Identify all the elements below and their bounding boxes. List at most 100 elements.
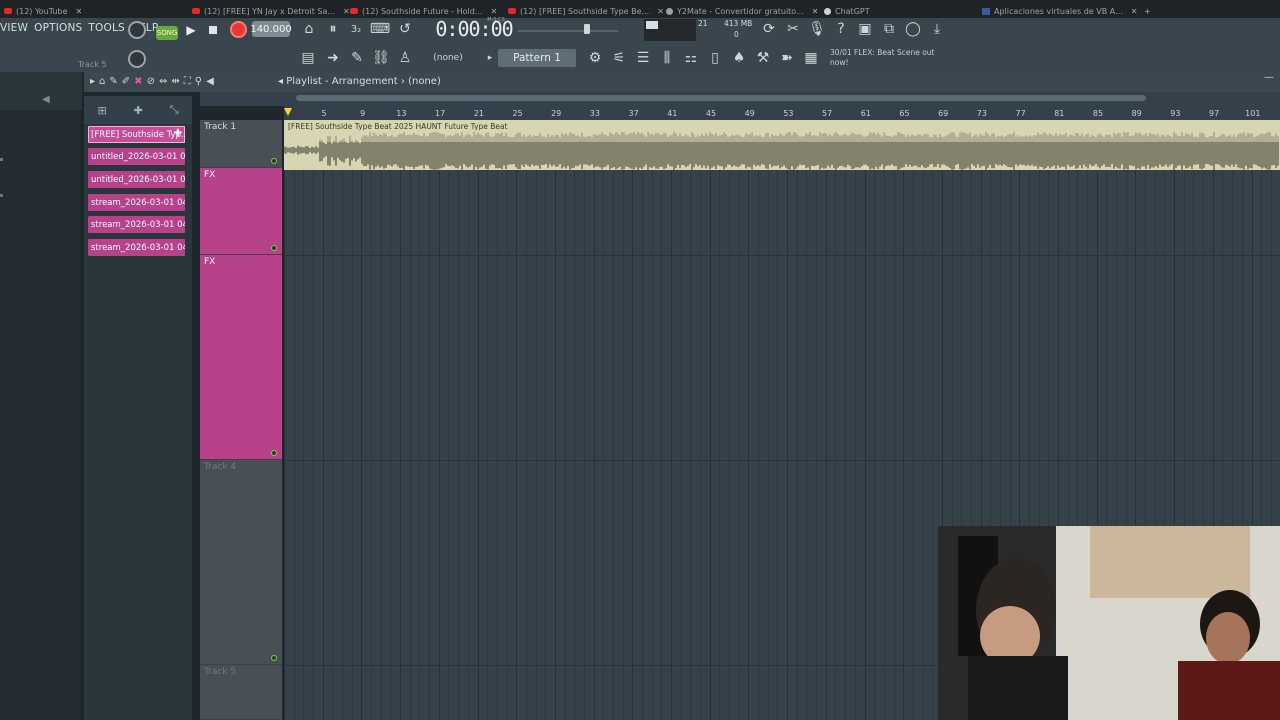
draw-icon[interactable]: ✎ xyxy=(109,76,117,87)
mute-icon[interactable]: ⊘ xyxy=(147,76,155,87)
slice-icon[interactable]: ⇹ xyxy=(171,76,179,87)
wrench-icon[interactable]: ⚒ xyxy=(754,49,772,67)
track-header[interactable]: FX xyxy=(200,168,282,255)
stamp-icon[interactable]: ♙ xyxy=(396,49,414,67)
browser-tab[interactable]: (12) YouTube ✕ xyxy=(4,4,82,18)
new-tab-button[interactable]: + xyxy=(1140,4,1151,18)
arrow-icon[interactable]: ◂ xyxy=(278,76,283,87)
ruler-label: 29 xyxy=(551,109,562,118)
timeline-ruler[interactable]: 5 9 13 17 21 25 29 33 37 41 45 49 53 57 61 65 69 73 77 81 85… xyxy=(284,106,1280,120)
play-button[interactable]: ▶ xyxy=(183,21,199,39)
help-icon[interactable]: ? xyxy=(832,20,850,38)
track-header[interactable]: Track 1 xyxy=(200,120,282,168)
track-header[interactable]: FX xyxy=(200,255,282,460)
save-icon[interactable]: ▣ xyxy=(856,20,874,38)
speaker-icon[interactable]: ◀ xyxy=(206,76,214,87)
tempo-display[interactable]: 140.000 xyxy=(250,21,292,37)
picker-clip[interactable]: untitled_2026-03-01 04-... xyxy=(88,171,185,188)
microphone-icon[interactable]: 🎙 xyxy=(808,20,826,38)
channel-rack-icon[interactable]: ⚙ xyxy=(586,49,604,67)
breadcrumb-separator: › xyxy=(400,76,405,87)
track-enable-led[interactable] xyxy=(271,158,277,164)
picker-resize-icon[interactable]: ⤡ xyxy=(170,103,179,117)
menu-tools[interactable]: TOOLS xyxy=(88,22,124,34)
snap-selector[interactable]: (none) xyxy=(430,51,466,65)
browser-tab[interactable]: (12) [FREE] YN Jay x Detroit Sa... ✕ xyxy=(192,4,350,18)
zoom-icon[interactable]: ⚲ xyxy=(195,76,202,87)
audio-clip[interactable]: [FREE] Southside Type Beat 2025 HAUNT Fu… xyxy=(284,120,1280,170)
notes-icon[interactable]: ▯ xyxy=(706,49,724,67)
picker-clip[interactable]: stream_2026-03-01 04-... xyxy=(88,239,185,256)
picker-add-icon[interactable]: ✚ xyxy=(134,104,143,117)
grid-line xyxy=(458,120,459,720)
playhead-marker[interactable] xyxy=(284,108,292,116)
wand-icon[interactable]: ♠ xyxy=(730,49,748,67)
triangle-icon[interactable]: ▸ xyxy=(484,51,496,65)
plugin-icon[interactable]: ⚏ xyxy=(682,49,700,67)
magnet-icon[interactable]: ⌂ xyxy=(99,76,105,87)
countdown-icon[interactable]: 3₂ xyxy=(347,20,365,38)
close-icon[interactable]: ✕ xyxy=(812,7,819,16)
close-icon[interactable]: ✕ xyxy=(1131,7,1138,16)
arrow-icon[interactable]: ▸ xyxy=(90,76,95,87)
record-button[interactable] xyxy=(230,21,247,38)
horizontal-scrollbar[interactable] xyxy=(296,95,1146,101)
browser-tab[interactable]: Aplicaciones virtuales de VB A... ✕ xyxy=(982,4,1137,18)
track-header[interactable]: Track 5 xyxy=(200,665,282,720)
delete-icon[interactable]: ✖ xyxy=(134,76,142,87)
metronome-icon[interactable]: ⌂ xyxy=(300,20,318,38)
paint-icon[interactable]: ✐ xyxy=(122,76,130,87)
plus-icon[interactable]: ✚ xyxy=(174,128,182,139)
track-enable-led[interactable] xyxy=(271,245,277,251)
minimize-icon[interactable]: — xyxy=(1264,72,1274,83)
picker-clip[interactable]: untitled_2026-03-01 04-... xyxy=(88,148,185,165)
main-volume-knob[interactable] xyxy=(128,21,146,39)
master-pitch-slider[interactable] xyxy=(518,30,618,32)
browser-icon[interactable]: ☰ xyxy=(634,49,652,67)
pencil-icon[interactable]: ✎ xyxy=(348,49,366,67)
link-icon[interactable]: ⛓ xyxy=(372,49,390,67)
shop-icon[interactable]: ▦ xyxy=(802,49,820,67)
video-icon[interactable]: ➽ xyxy=(778,49,796,67)
browser-tab[interactable]: (12) [FREE] Southside Type Be... ✕ xyxy=(508,4,664,18)
download-icon[interactable]: ⤓ xyxy=(928,20,946,38)
track-header[interactable]: Track 4 xyxy=(200,460,282,665)
loop-record-icon[interactable]: ↺ xyxy=(396,20,414,38)
grid-line xyxy=(845,120,846,720)
browser-tab[interactable]: ChatGPT xyxy=(824,4,870,18)
slider-handle[interactable] xyxy=(584,24,590,34)
picker-clip[interactable]: [FREE] Southside Typ... ✚ xyxy=(88,126,185,143)
playlist-icon[interactable]: ▤ xyxy=(298,49,318,67)
close-icon[interactable]: ✕ xyxy=(76,7,83,16)
close-icon[interactable]: ✕ xyxy=(490,7,497,16)
menu-options[interactable]: OPTIONS xyxy=(34,22,82,34)
mixer-window-icon[interactable]: ⫼ xyxy=(658,49,676,67)
menu-view[interactable]: VIEW xyxy=(0,22,28,34)
close-icon[interactable]: ✕ xyxy=(657,7,664,16)
grid-line xyxy=(371,120,372,720)
main-pitch-knob[interactable] xyxy=(128,50,146,68)
audio-settings-icon[interactable]: ✂ xyxy=(784,20,802,38)
slip-icon[interactable]: ⇔ xyxy=(159,76,167,87)
piano-roll-icon[interactable]: ⚟ xyxy=(610,49,628,67)
wait-input-icon[interactable]: ⏸ xyxy=(324,20,342,38)
next-arrow-icon[interactable]: ➜ xyxy=(324,49,342,67)
stop-button[interactable] xyxy=(205,21,221,39)
chat-icon[interactable]: ◯ xyxy=(904,20,922,38)
refresh-icon[interactable]: ⟳ xyxy=(760,20,778,38)
track-enable-led[interactable] xyxy=(271,450,277,456)
step-edit-icon[interactable]: ⌨ xyxy=(370,20,390,38)
mixer-icon[interactable]: ⧉ xyxy=(880,20,898,38)
track-enable-led[interactable] xyxy=(271,655,277,661)
picker-list-icon[interactable]: ⊞ xyxy=(97,104,106,117)
song-mode-toggle[interactable]: SONG xyxy=(156,26,178,40)
pattern-selector[interactable]: Pattern 1 xyxy=(498,49,576,67)
picker-clip[interactable]: stream_2026-03-01 04-... xyxy=(88,216,185,233)
browser-collapse-icon[interactable]: ◀ xyxy=(42,94,50,105)
news-ticker[interactable]: 30/01 FLEX: Beat Scene out now! xyxy=(830,48,950,68)
picker-clip[interactable]: stream_2026-03-01 04-... xyxy=(88,194,185,211)
select-icon[interactable]: ⛶ xyxy=(184,76,191,87)
grid-line xyxy=(613,120,614,720)
close-icon[interactable]: ✕ xyxy=(343,7,350,16)
browser-tab[interactable]: Y2Mate - Convertidor gratuito... ✕ xyxy=(666,4,818,18)
